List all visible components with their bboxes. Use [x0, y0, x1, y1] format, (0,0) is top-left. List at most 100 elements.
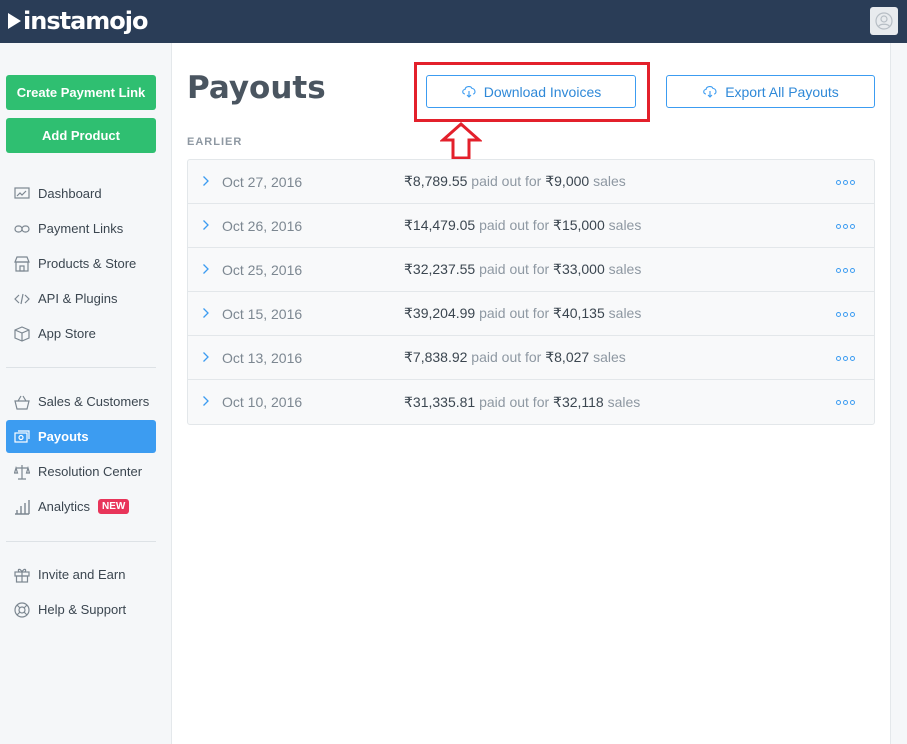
payout-summary: ₹32,237.55 paid out for ₹33,000 sales — [404, 261, 641, 278]
payout-date: Oct 27, 2016 — [222, 173, 303, 190]
more-options-icon[interactable] — [836, 268, 855, 273]
scrollbar[interactable] — [890, 43, 907, 744]
sidebar-item-label: Payouts — [38, 429, 89, 444]
payout-date: Oct 25, 2016 — [222, 261, 303, 278]
payout-text: paid out for — [475, 217, 554, 233]
payout-amount: ₹7,838.92 — [404, 349, 468, 365]
payout-suffix: sales — [589, 173, 626, 189]
arrow-up-icon — [440, 122, 482, 160]
gift-icon — [13, 566, 31, 584]
payout-summary: ₹8,789.55 paid out for ₹9,000 sales — [404, 173, 626, 190]
dashboard-icon — [13, 185, 31, 203]
sales-amount: ₹32,118 — [553, 393, 604, 410]
sales-amount: ₹40,135 — [553, 305, 605, 321]
payout-row[interactable]: Oct 25, 2016 ₹32,237.55 paid out for ₹33… — [188, 248, 874, 292]
payout-row[interactable]: Oct 26, 2016 ₹14,479.05 paid out for ₹15… — [188, 204, 874, 248]
sales-amount: ₹33,000 — [553, 261, 605, 277]
sidebar-item-help-support[interactable]: Help & Support — [6, 593, 156, 626]
payout-amount: ₹31,335.81 — [404, 393, 476, 410]
payout-suffix: sales — [603, 393, 641, 410]
more-options-icon[interactable] — [836, 180, 855, 185]
sidebar-item-invite-earn[interactable]: Invite and Earn — [6, 558, 156, 591]
chevron-right-icon[interactable] — [202, 351, 210, 363]
sidebar-item-label: Help & Support — [38, 602, 127, 617]
code-icon — [13, 290, 31, 308]
sidebar-item-label: Analytics — [38, 499, 91, 514]
payout-row[interactable]: Oct 27, 2016 ₹8,789.55 paid out for ₹9,0… — [188, 160, 874, 204]
payouts-list: Oct 27, 2016 ₹8,789.55 paid out for ₹9,0… — [187, 159, 875, 425]
sidebar-item-label: Products & Store — [38, 256, 137, 271]
more-options-icon[interactable] — [836, 312, 855, 317]
chevron-right-icon[interactable] — [202, 395, 210, 407]
sales-amount: ₹9,000 — [545, 173, 590, 189]
export-all-payouts-label: Export All Payouts — [725, 83, 839, 100]
lifebuoy-icon — [13, 601, 31, 619]
sidebar: Create Payment Link Add Product Dashboar… — [0, 43, 172, 744]
sidebar-item-api-plugins[interactable]: API & Plugins — [6, 282, 156, 315]
section-label: EARLIER — [187, 136, 243, 148]
sidebar-item-label: API & Plugins — [38, 291, 118, 306]
export-all-payouts-button[interactable]: Export All Payouts — [666, 75, 875, 108]
payout-summary: ₹14,479.05 paid out for ₹15,000 sales — [404, 217, 641, 234]
chevron-right-icon[interactable] — [202, 307, 210, 319]
payout-summary: ₹7,838.92 paid out for ₹8,027 sales — [404, 349, 626, 366]
page-title: Payouts — [187, 70, 326, 106]
payout-amount: ₹8,789.55 — [404, 173, 468, 189]
sidebar-item-label: App Store — [38, 326, 96, 341]
more-options-icon[interactable] — [836, 356, 855, 361]
sidebar-item-label: Payment Links — [38, 221, 124, 236]
payout-text: paid out for — [475, 393, 554, 410]
payout-row[interactable]: Oct 10, 2016 ₹31,335.81 paid out for ₹32… — [188, 380, 874, 424]
payout-amount: ₹32,237.55 — [404, 261, 476, 277]
payout-date: Oct 15, 2016 — [222, 305, 303, 322]
payout-text: paid out for — [475, 261, 554, 277]
sidebar-item-payouts[interactable]: Payouts — [6, 420, 156, 453]
chevron-right-icon[interactable] — [202, 263, 210, 275]
more-options-icon[interactable] — [836, 400, 855, 405]
payout-suffix: sales — [604, 305, 642, 321]
payout-suffix: sales — [604, 217, 642, 233]
payout-summary: ₹39,204.99 paid out for ₹40,135 sales — [404, 305, 641, 322]
create-payment-link-button[interactable]: Create Payment Link — [6, 75, 156, 110]
user-avatar-button[interactable] — [870, 7, 898, 35]
sidebar-item-label: Invite and Earn — [38, 567, 126, 582]
chevron-right-icon[interactable] — [202, 219, 210, 231]
payout-summary: ₹31,335.81 paid out for ₹32,118 sales — [404, 394, 640, 411]
payout-amount: ₹39,204.99 — [404, 305, 476, 321]
store-icon — [13, 255, 31, 273]
sidebar-item-resolution-center[interactable]: Resolution Center — [6, 455, 156, 488]
sales-amount: ₹8,027 — [545, 349, 590, 365]
payout-suffix: sales — [604, 261, 642, 277]
payout-text: paid out for — [467, 349, 546, 365]
analytics-icon — [13, 498, 31, 516]
cloud-download-icon — [702, 85, 718, 98]
sidebar-item-label: Sales & Customers — [38, 394, 150, 409]
new-badge: NEW — [98, 499, 130, 514]
payout-amount: ₹14,479.05 — [404, 217, 476, 233]
sidebar-divider — [6, 367, 156, 368]
sidebar-item-products-store[interactable]: Products & Store — [6, 247, 156, 280]
sidebar-item-label: Dashboard — [38, 186, 102, 201]
sidebar-item-label: Resolution Center — [38, 464, 143, 479]
highlight-box — [414, 62, 650, 122]
payout-row[interactable]: Oct 15, 2016 ₹39,204.99 paid out for ₹40… — [188, 292, 874, 336]
brand-logo[interactable]: instamojo — [8, 7, 148, 35]
more-options-icon[interactable] — [836, 224, 855, 229]
chevron-right-icon[interactable] — [202, 175, 210, 187]
sidebar-item-app-store[interactable]: App Store — [6, 317, 156, 350]
payout-suffix: sales — [589, 349, 626, 365]
sidebar-item-analytics[interactable]: Analytics NEW — [6, 490, 156, 523]
payout-date: Oct 26, 2016 — [222, 217, 303, 234]
sidebar-item-sales-customers[interactable]: Sales & Customers — [6, 385, 156, 418]
sidebar-item-payment-links[interactable]: Payment Links — [6, 212, 156, 245]
basket-icon — [13, 393, 31, 411]
payout-row[interactable]: Oct 13, 2016 ₹7,838.92 paid out for ₹8,0… — [188, 336, 874, 380]
sales-amount: ₹15,000 — [553, 217, 605, 233]
scale-icon — [13, 463, 31, 481]
payout-text: paid out for — [475, 305, 554, 321]
sidebar-item-dashboard[interactable]: Dashboard — [6, 177, 156, 210]
payout-date: Oct 13, 2016 — [222, 349, 303, 366]
brand-name: instamojo — [23, 7, 148, 35]
payout-date: Oct 10, 2016 — [222, 394, 303, 410]
add-product-button[interactable]: Add Product — [6, 118, 156, 153]
